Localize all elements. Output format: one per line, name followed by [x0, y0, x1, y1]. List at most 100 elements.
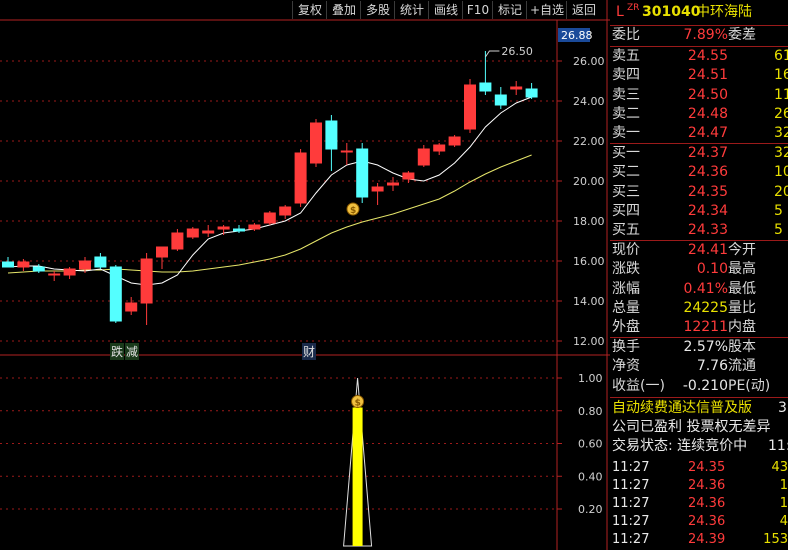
stat-4[interactable]: 外盘 12211 内盘 [610, 318, 788, 337]
fund-1[interactable]: 净资 7.76 流通 [610, 357, 788, 376]
toolbar-button-8[interactable]: 返回 [566, 1, 601, 19]
fund-0-extra: 股本 [728, 339, 756, 355]
tick-time: 11:27 [612, 478, 650, 493]
candle-body [32, 266, 45, 272]
fund-0[interactable]: 换手 2.57% 股本 [610, 338, 788, 357]
stat-1-value: 0.10 [696, 261, 728, 278]
price-tick-label: 14.00 [573, 295, 605, 308]
tick-volume: 4 [779, 514, 788, 529]
stat-3-extra: 量比 [728, 299, 756, 316]
stat-1[interactable]: 涨跌 0.10 最高 [610, 260, 788, 279]
tick-time: 11:27 [612, 460, 650, 475]
ask-level-2-value: 24.48 [687, 105, 728, 122]
ask-level-2-label: 卖二 [612, 105, 640, 122]
candle-body [371, 186, 384, 192]
tick-time: 11:27 [612, 514, 650, 529]
bid-level-5[interactable]: 买五 24.33 5 [610, 221, 788, 240]
ad-ticker[interactable]: 自动续费通达信普及版 3 [610, 399, 788, 418]
moving-averages [7, 96, 532, 286]
ask-level-1-value: 24.47 [687, 125, 728, 142]
toolbar-button-0[interactable]: 复权 [292, 1, 327, 19]
fund-1-extra: 流通 [728, 358, 756, 375]
toolbar-button-1[interactable]: 叠加 [326, 1, 361, 19]
candle-body [402, 172, 415, 180]
fund-0-value: 2.57% [683, 339, 728, 355]
bid-level-5-value: 24.33 [687, 222, 728, 239]
stat-3-value: 24225 [683, 299, 728, 316]
bid-level-4[interactable]: 买四 24.34 5 [610, 202, 788, 221]
ask-level-3[interactable]: 卖三 24.50 11 [610, 86, 788, 105]
tick-row: 11:27 24.35 43 [610, 458, 788, 477]
price-flag-label: 26.88 [561, 29, 593, 42]
candle-body [156, 246, 168, 258]
ask-level-5-label: 卖五 [612, 48, 640, 64]
price-tick-label: 16.00 [573, 255, 605, 268]
price-tick-label: 18.00 [573, 215, 605, 228]
fund-2[interactable]: 收益(一) -0.210 PE(动) [610, 377, 788, 396]
money-bag-glyph: $ [350, 206, 356, 216]
indicator-tick-label: 0.20 [578, 503, 603, 516]
candle-body [217, 226, 230, 230]
ask-level-5-extra: 61 [774, 48, 788, 64]
candle-body [448, 136, 461, 146]
candles: $ [2, 51, 538, 325]
ask-level-1-extra: 32 [774, 125, 788, 142]
fund-2-extra: PE(动) [728, 377, 771, 394]
indicator-tick-label: 0.60 [578, 438, 603, 451]
price-tick-label: 26.00 [573, 55, 605, 68]
tick-price: 24.36 [688, 514, 726, 529]
candle-body [17, 261, 30, 268]
bid-level-5-label: 买五 [612, 222, 640, 239]
tick-price: 24.39 [688, 532, 726, 547]
tick-row: 11:27 24.36 1 [610, 494, 788, 513]
stat-2[interactable]: 涨幅 0.41% 最低 [610, 280, 788, 299]
weibi-value: 7.89% [683, 27, 728, 43]
candle-body [433, 144, 446, 152]
toolbar-button-3[interactable]: 统计 [394, 1, 429, 19]
bid-level-2[interactable]: 买二 24.36 109 [610, 163, 788, 182]
stat-0-value: 24.41 [687, 242, 728, 258]
event-label-die[interactable]: 跌 [110, 343, 125, 360]
toolbar-button-6[interactable]: 标记 [492, 1, 527, 19]
ask-level-3-extra: 11 [774, 86, 788, 103]
bid-level-3[interactable]: 买三 24.35 20 [610, 183, 788, 202]
kline-chart[interactable]: $ $ 26.00 24.00 22.00 20.00 18.00 16.00 14.00 1… [0, 0, 610, 550]
candle-body [248, 224, 261, 230]
candle-body [125, 302, 138, 312]
candle-body [279, 206, 292, 216]
candle-body [171, 232, 184, 250]
indicator-tick-label: 1.00 [578, 372, 603, 385]
ask-level-3-value: 24.50 [687, 86, 728, 103]
bid-level-1-extra: 32 [774, 145, 788, 161]
trade-state-row: 交易状态: 连续竞价中 11:28 [612, 438, 788, 454]
fund-1-value: 7.76 [696, 358, 728, 375]
candle-body [525, 88, 538, 98]
ask-level-5[interactable]: 卖五 24.55 61 [610, 47, 788, 66]
stat-1-extra: 最高 [728, 261, 756, 278]
toolbar-button-4[interactable]: 画线 [428, 1, 463, 19]
toolbar-button-7[interactable]: +自选 [526, 1, 567, 19]
stat-1-label: 涨跌 [612, 261, 640, 278]
toolbar-button-5[interactable]: F10 [462, 1, 493, 19]
stock-code: 301040 [642, 4, 701, 20]
ask-level-1[interactable]: 卖一 24.47 32 [610, 124, 788, 143]
price-tick-label: 20.00 [573, 175, 605, 188]
fund-2-label: 收益(一) [612, 377, 665, 394]
stat-0[interactable]: 现价 24.41 今开 [610, 241, 788, 260]
ask-level-2[interactable]: 卖二 24.48 26 [610, 105, 788, 124]
event-label-cai[interactable]: 财 [302, 343, 317, 360]
ask-level-1-label: 卖一 [612, 125, 640, 142]
indicator-tick-label: 0.80 [578, 405, 603, 418]
bid-level-2-label: 买二 [612, 164, 640, 181]
toolbar-button-2[interactable]: 多股 [360, 1, 395, 19]
high-marker [484, 50, 500, 58]
candle-body [2, 261, 14, 268]
candle-body [479, 82, 492, 92]
bid-level-1[interactable]: 买一 24.37 32 [610, 144, 788, 163]
ask-level-4[interactable]: 卖四 24.51 16 [610, 66, 788, 85]
event-label-jian[interactable]: 减 [125, 343, 140, 360]
tick-time: 11:27 [612, 532, 650, 547]
ask-level-4-value: 24.51 [687, 67, 728, 84]
stat-3[interactable]: 总量 24225 量比 [610, 299, 788, 318]
price-tick-label: 22.00 [573, 135, 605, 148]
